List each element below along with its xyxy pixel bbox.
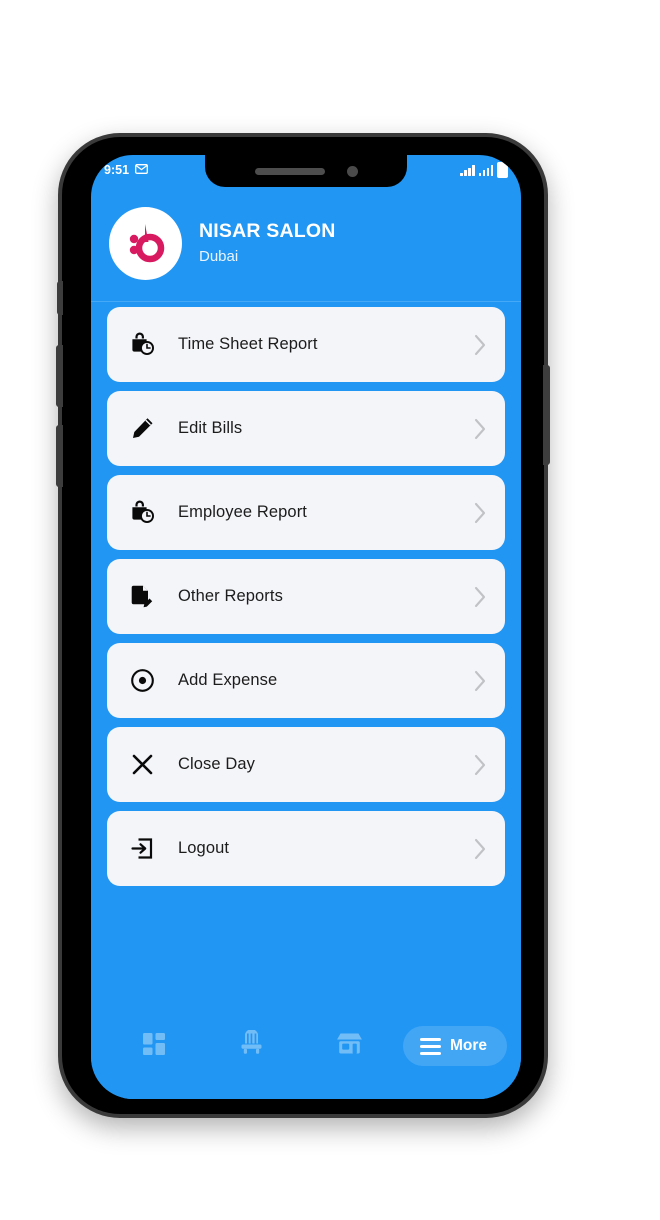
- salon-chair-icon: [238, 1029, 265, 1062]
- logout-icon: [127, 834, 157, 864]
- status-bar-right: [460, 162, 508, 178]
- chevron-right-icon: [473, 501, 488, 525]
- nav-tab-shop[interactable]: [301, 1030, 399, 1062]
- chevron-right-icon: [473, 333, 488, 357]
- bag-clock-icon: [127, 498, 157, 528]
- mail-icon: [135, 163, 148, 177]
- menu-item-employee-report[interactable]: Employee Report: [107, 475, 505, 550]
- menu-item-logout[interactable]: Logout: [107, 811, 505, 886]
- brand-logo-b-icon: [109, 206, 182, 280]
- nav-more-label: More: [449, 1037, 487, 1054]
- menu-item-label: Edit Bills: [178, 419, 243, 437]
- chevron-right-icon: [473, 753, 488, 777]
- nav-more-button[interactable]: More: [402, 1026, 507, 1066]
- app-header: NISAR SALON Dubai: [91, 185, 521, 302]
- signal-bars-icon: [478, 164, 493, 176]
- menu-item-time-sheet-report[interactable]: Time Sheet Report: [107, 307, 505, 382]
- nav-tab-dashboard[interactable]: [105, 1031, 203, 1062]
- silence-switch[interactable]: [57, 281, 63, 315]
- record-dot-icon: [127, 666, 157, 696]
- menu-item-label: Close Day: [178, 755, 256, 773]
- hamburger-menu-icon: [419, 1037, 441, 1055]
- notch: [205, 155, 407, 187]
- close-x-icon: [127, 750, 157, 780]
- phone-body: 9:51 NISAR SALON Dubai Time Sheet Report…: [56, 137, 550, 1114]
- menu-item-label: Logout: [178, 839, 230, 857]
- menu-item-label: Other Reports: [178, 587, 283, 605]
- bottom-navigation-bar: More: [91, 1007, 521, 1099]
- pencil-icon: [127, 414, 157, 444]
- shop-name: NISAR SALON: [199, 220, 336, 243]
- signal-bars-icon: [460, 164, 475, 176]
- chevron-right-icon: [473, 585, 488, 609]
- menu-item-add-expense[interactable]: Add Expense: [107, 643, 505, 718]
- power-button[interactable]: [543, 365, 550, 465]
- chevron-right-icon: [473, 669, 488, 693]
- menu-item-label: Employee Report: [178, 503, 307, 521]
- grid-dashboard-icon: [141, 1031, 167, 1062]
- nav-tab-chairs[interactable]: [203, 1029, 301, 1062]
- phone-screen: 9:51 NISAR SALON Dubai Time Sheet Report…: [91, 155, 521, 1099]
- phone-frame: 9:51 NISAR SALON Dubai Time Sheet Report…: [56, 133, 550, 1118]
- chevron-right-icon: [473, 837, 488, 861]
- chevron-right-icon: [473, 417, 488, 441]
- battery-icon: [497, 162, 508, 178]
- document-edit-icon: [127, 582, 157, 612]
- status-time: 9:51: [104, 163, 130, 177]
- menu-item-label: Time Sheet Report: [178, 335, 318, 353]
- earpiece-speaker-icon: [254, 167, 325, 175]
- status-bar-left: 9:51: [104, 163, 148, 177]
- menu-item-close-day[interactable]: Close Day: [107, 727, 505, 802]
- storefront-icon: [336, 1030, 363, 1062]
- menu-item-edit-bills[interactable]: Edit Bills: [107, 391, 505, 466]
- front-camera-icon: [346, 165, 358, 177]
- shop-location: Dubai: [199, 247, 239, 265]
- menu-list: Time Sheet Report Edit Bills Employee Re…: [91, 307, 521, 1007]
- volume-down-button[interactable]: [56, 425, 63, 487]
- volume-up-button[interactable]: [56, 345, 63, 407]
- bag-clock-icon: [127, 330, 157, 360]
- menu-item-other-reports[interactable]: Other Reports: [107, 559, 505, 634]
- header-text-block: NISAR SALON Dubai: [199, 220, 336, 265]
- menu-item-label: Add Expense: [178, 671, 278, 689]
